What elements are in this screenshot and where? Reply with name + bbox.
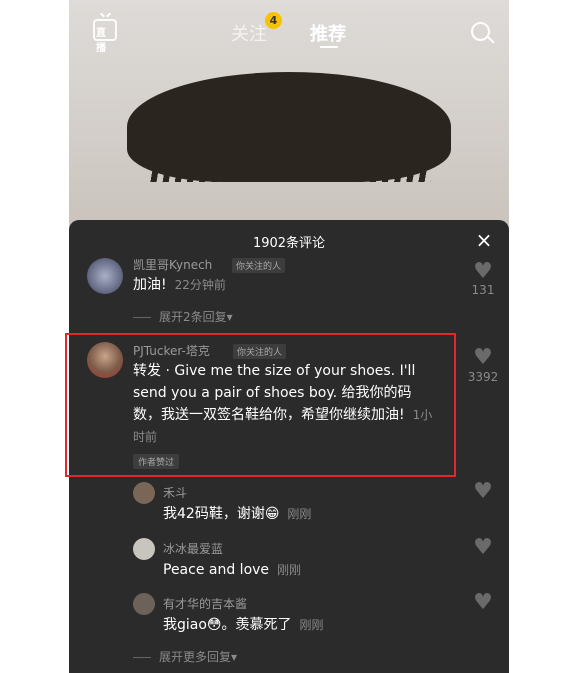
like-count: 3392: [467, 370, 499, 384]
avatar[interactable]: [133, 538, 155, 560]
comment-body: 加油!: [133, 277, 167, 293]
heart-icon[interactable]: ♥: [472, 347, 494, 369]
active-tab-indicator: [320, 46, 338, 48]
live-label: 直播: [96, 28, 106, 54]
comments-count-title: 1902条评论: [252, 236, 326, 251]
video-person-hair: [127, 72, 451, 182]
comment-username[interactable]: 凯里哥Kynech: [133, 256, 212, 273]
close-icon[interactable]: ×: [474, 230, 494, 250]
reply-time: 刚刚: [277, 563, 302, 577]
more-replies-label: 展开更多回复▾: [159, 650, 238, 664]
heart-icon[interactable]: ♥: [472, 261, 494, 283]
expand-replies-label: 展开2条回复▾: [159, 310, 233, 324]
reply-text: Peace and love 刚刚: [163, 559, 423, 581]
reply-body: Peace and love: [163, 562, 270, 578]
reply-username[interactable]: 禾斗: [163, 484, 187, 501]
expand-replies-button[interactable]: 展开2条回复▾: [133, 308, 233, 325]
reply-text: 我giao😳。羡慕死了 刚刚: [163, 614, 423, 636]
avatar[interactable]: [133, 482, 155, 504]
avatar[interactable]: [133, 593, 155, 615]
heart-icon[interactable]: ♥: [472, 481, 494, 503]
comment-text: 加油! 22分钟前: [133, 274, 433, 296]
reply-time: 刚刚: [287, 507, 312, 521]
heart-icon[interactable]: ♥: [472, 537, 494, 559]
follow-tag: 你关注的人: [232, 258, 286, 273]
highlight-box: [65, 333, 456, 477]
avatar[interactable]: [87, 258, 123, 294]
comment-time: 22分钟前: [174, 278, 226, 292]
reply-time: 刚刚: [299, 618, 324, 632]
live-tv-icon[interactable]: 直播: [93, 19, 117, 54]
tab-following[interactable]: 关注: [231, 20, 267, 46]
reply-username[interactable]: 冰冰最爱蓝: [163, 540, 223, 557]
video-player[interactable]: [69, 0, 509, 240]
reply-text: 我42码鞋，谢谢😁 刚刚: [163, 503, 423, 525]
tab-recommend[interactable]: 推荐: [310, 20, 346, 46]
reply-body: 我42码鞋，谢谢😁: [163, 506, 280, 522]
more-replies-button[interactable]: 展开更多回复▾: [133, 648, 237, 665]
heart-icon[interactable]: ♥: [472, 592, 494, 614]
following-count-badge: 4: [265, 12, 282, 29]
like-count: 131: [471, 283, 495, 297]
reply-body: 我giao😳。羡慕死了: [163, 617, 292, 633]
reply-username[interactable]: 有才华的吉本酱: [163, 595, 247, 612]
search-icon[interactable]: [471, 22, 490, 41]
